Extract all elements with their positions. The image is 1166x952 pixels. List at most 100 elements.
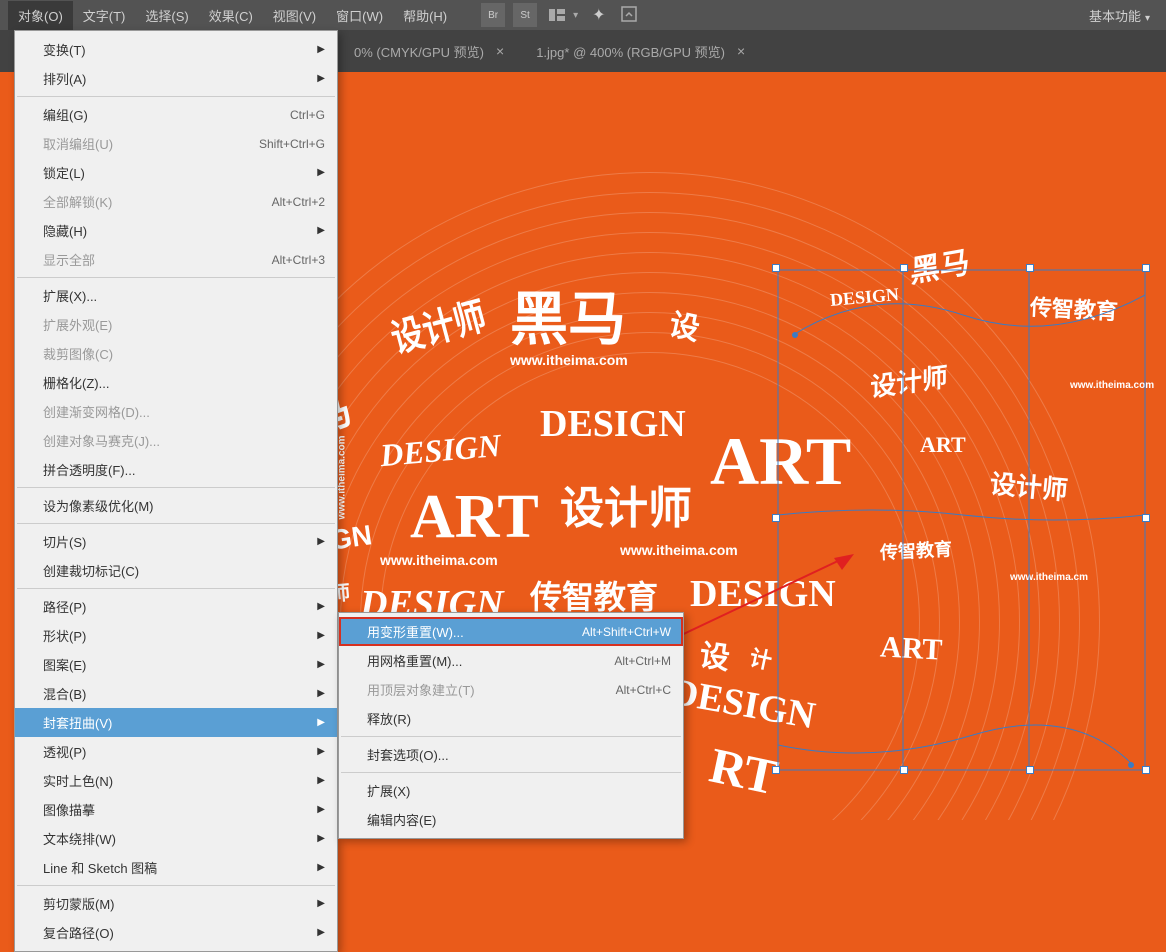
- menu-item-label: 全部解锁(K): [43, 192, 272, 211]
- menu-item[interactable]: 形状(P)▶: [15, 621, 337, 650]
- selection-handle[interactable]: [1142, 264, 1150, 272]
- envelope-anchor[interactable]: [1128, 762, 1134, 768]
- selection-handle[interactable]: [1142, 766, 1150, 774]
- menu-separator: [341, 736, 681, 737]
- menu-item[interactable]: 透视(P)▶: [15, 737, 337, 766]
- menu-select[interactable]: 选择(S): [135, 1, 198, 30]
- menu-separator: [17, 487, 335, 488]
- menu-item[interactable]: 切片(S)▶: [15, 527, 337, 556]
- menu-item[interactable]: 编组(G)Ctrl+G: [15, 100, 337, 129]
- menu-item[interactable]: 复合路径(O)▶: [15, 918, 337, 947]
- menu-effect[interactable]: 效果(C): [199, 1, 263, 30]
- submenu-item[interactable]: 封套选项(O)...: [339, 740, 683, 769]
- menu-item: 扩展外观(E): [15, 310, 337, 339]
- menu-item-label: 形状(P): [43, 626, 309, 645]
- selection-handle[interactable]: [772, 766, 780, 774]
- menu-item-label: 用顶层对象建立(T): [367, 680, 616, 699]
- submenu-arrow-icon: ▶: [317, 659, 325, 670]
- menu-item-label: 创建对象马赛克(J)...: [43, 431, 325, 450]
- menu-item-label: 路径(P): [43, 597, 309, 616]
- document-tab[interactable]: 1.jpg* @ 400% (RGB/GPU 预览) ×: [520, 32, 761, 71]
- menu-item[interactable]: Line 和 Sketch 图稿▶: [15, 853, 337, 882]
- menu-separator: [17, 523, 335, 524]
- menu-item-label: 拼合透明度(F)...: [43, 460, 325, 479]
- menu-item[interactable]: 实时上色(N)▶: [15, 766, 337, 795]
- menu-item-label: 文本绕排(W): [43, 829, 309, 848]
- menu-item[interactable]: 剪切蒙版(M)▶: [15, 889, 337, 918]
- menu-item-shortcut: Alt+Ctrl+C: [616, 683, 671, 697]
- menu-help[interactable]: 帮助(H): [393, 1, 457, 30]
- stock-icon[interactable]: St: [513, 3, 537, 27]
- menu-item[interactable]: 路径(P)▶: [15, 592, 337, 621]
- menu-window[interactable]: 窗口(W): [326, 1, 393, 30]
- menu-item-label: 切片(S): [43, 532, 309, 551]
- selection-handle[interactable]: [900, 766, 908, 774]
- menu-text[interactable]: 文字(T): [73, 1, 136, 30]
- menu-separator: [17, 588, 335, 589]
- menu-item: 全部解锁(K)Alt+Ctrl+2: [15, 187, 337, 216]
- menu-item-label: 实时上色(N): [43, 771, 309, 790]
- selection-handle[interactable]: [1026, 264, 1034, 272]
- tab-label: 1.jpg* @ 400% (RGB/GPU 预览): [536, 42, 725, 61]
- menu-item-label: 封套选项(O)...: [367, 745, 671, 764]
- envelope-anchor[interactable]: [792, 332, 798, 338]
- submenu-item[interactable]: 扩展(X): [339, 776, 683, 805]
- menu-item[interactable]: 封套扭曲(V)▶: [15, 708, 337, 737]
- menu-item[interactable]: 锁定(L)▶: [15, 158, 337, 187]
- menu-item-shortcut: Alt+Ctrl+3: [272, 253, 325, 267]
- submenu-arrow-icon: ▶: [317, 225, 325, 236]
- submenu-arrow-icon: ▶: [317, 717, 325, 728]
- menu-item: 取消编组(U)Shift+Ctrl+G: [15, 129, 337, 158]
- document-tab[interactable]: 0% (CMYK/GPU 预览) ×: [338, 32, 520, 71]
- submenu-arrow-icon: ▶: [317, 927, 325, 938]
- menu-item-label: 图像描摹: [43, 800, 309, 819]
- selection-handle[interactable]: [900, 264, 908, 272]
- menu-item[interactable]: 文本绕排(W)▶: [15, 824, 337, 853]
- menu-separator: [17, 277, 335, 278]
- menu-item[interactable]: 图案(E)▶: [15, 650, 337, 679]
- tab-label: 0% (CMYK/GPU 预览): [354, 42, 484, 61]
- menu-item-label: 扩展(X)...: [43, 286, 325, 305]
- menu-item-label: 取消编组(U): [43, 134, 259, 153]
- tab-close-icon[interactable]: ×: [737, 43, 745, 59]
- selection-handle[interactable]: [772, 514, 780, 522]
- submenu-arrow-icon: ▶: [317, 688, 325, 699]
- menu-item[interactable]: 变换(T)▶: [15, 35, 337, 64]
- menu-item: 裁剪图像(C): [15, 339, 337, 368]
- selection-handle[interactable]: [1142, 514, 1150, 522]
- submenu-arrow-icon: ▶: [317, 167, 325, 178]
- submenu-arrow-icon: ▶: [317, 44, 325, 55]
- menu-item[interactable]: 混合(B)▶: [15, 679, 337, 708]
- arrange-icon[interactable]: [545, 3, 569, 27]
- bridge-icon[interactable]: Br: [481, 3, 505, 27]
- submenu-item[interactable]: 用网格重置(M)...Alt+Ctrl+M: [339, 646, 683, 675]
- selection-handle[interactable]: [1026, 766, 1034, 774]
- submenu-item[interactable]: 释放(R): [339, 704, 683, 733]
- menu-item-shortcut: Shift+Ctrl+G: [259, 137, 325, 151]
- menu-separator: [17, 885, 335, 886]
- submenu-arrow-icon: ▶: [317, 746, 325, 757]
- rocket-icon[interactable]: ✦: [592, 5, 605, 25]
- menu-item-label: 排列(A): [43, 69, 309, 88]
- menu-item[interactable]: 排列(A)▶: [15, 64, 337, 93]
- menu-view[interactable]: 视图(V): [263, 1, 326, 30]
- menu-item-label: 剪切蒙版(M): [43, 894, 309, 913]
- menu-item: 创建对象马赛克(J)...: [15, 426, 337, 455]
- menu-item-shortcut: Alt+Ctrl+M: [614, 654, 671, 668]
- menu-separator: [341, 772, 681, 773]
- menu-item[interactable]: 隐藏(H)▶: [15, 216, 337, 245]
- menu-object[interactable]: 对象(O): [8, 1, 73, 30]
- menu-separator: [17, 96, 335, 97]
- document-icon[interactable]: [620, 5, 638, 26]
- workspace-selector[interactable]: 基本功能▾: [1089, 6, 1150, 25]
- menu-item[interactable]: 设为像素级优化(M): [15, 491, 337, 520]
- selection-handle[interactable]: [772, 264, 780, 272]
- menu-item[interactable]: 拼合透明度(F)...: [15, 455, 337, 484]
- menu-item-label: 设为像素级优化(M): [43, 496, 325, 515]
- menu-item[interactable]: 扩展(X)...: [15, 281, 337, 310]
- menu-item[interactable]: 栅格化(Z)...: [15, 368, 337, 397]
- envelope-distort-submenu: 用变形重置(W)...Alt+Shift+Ctrl+W用网格重置(M)...Al…: [338, 612, 684, 839]
- submenu-item[interactable]: 用变形重置(W)...Alt+Shift+Ctrl+W: [339, 617, 683, 646]
- menu-item[interactable]: 创建裁切标记(C): [15, 556, 337, 585]
- tab-close-icon[interactable]: ×: [496, 43, 504, 59]
